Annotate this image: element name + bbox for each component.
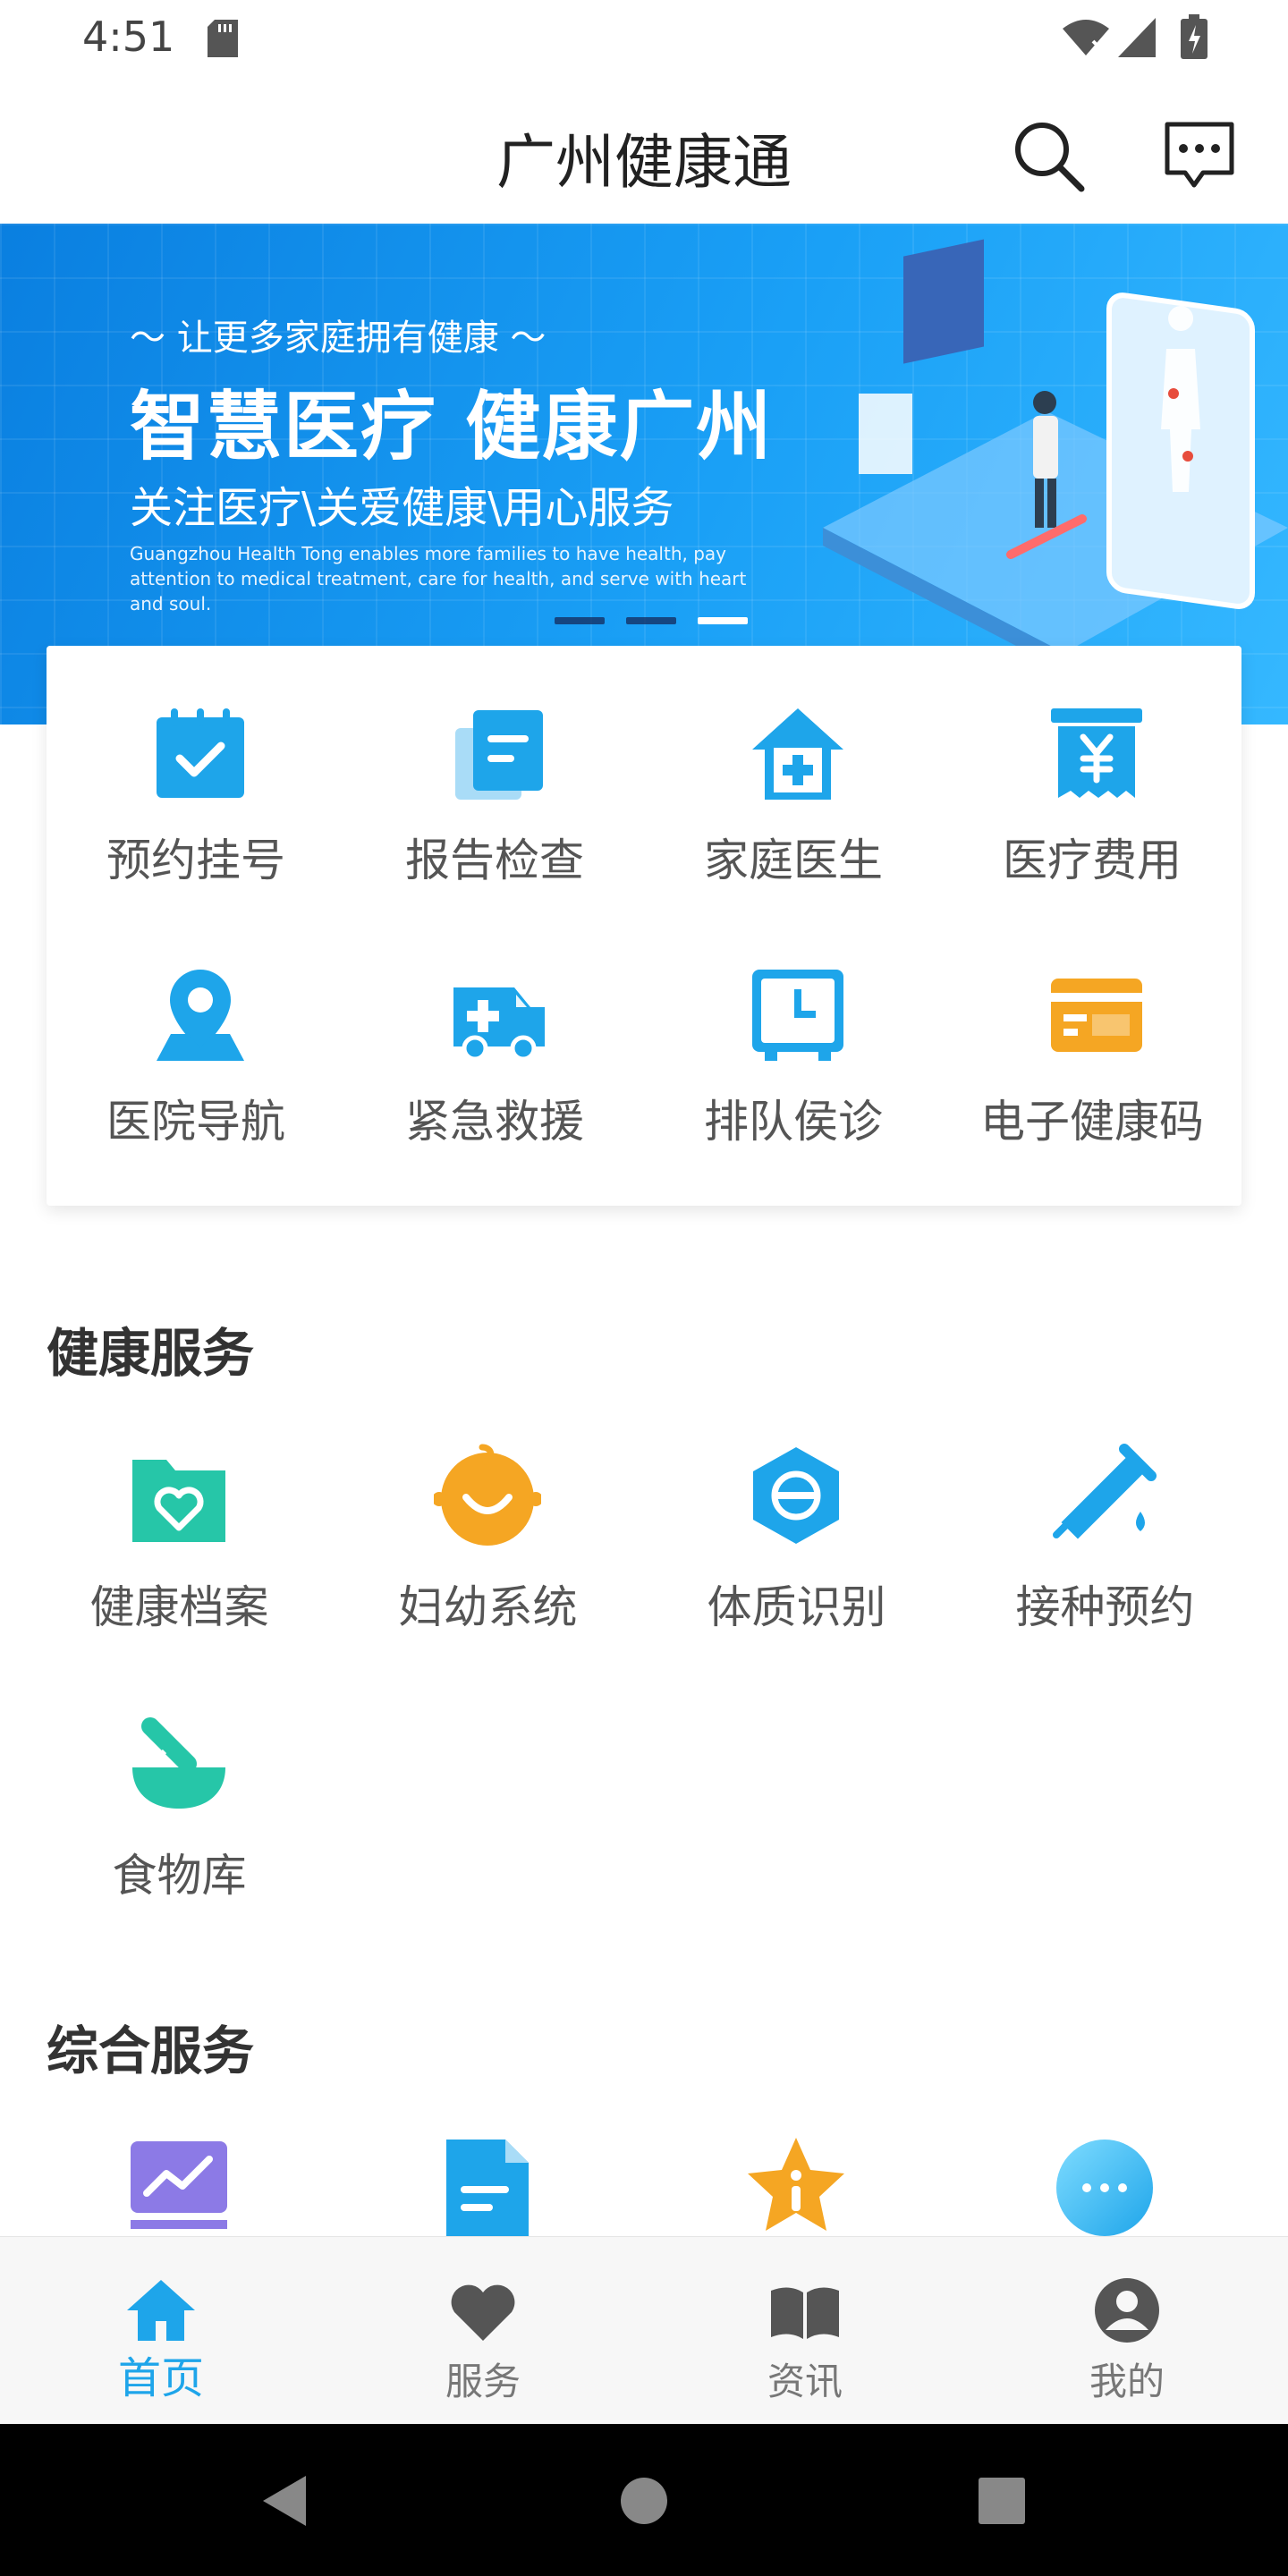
battery-icon	[1181, 14, 1208, 59]
quick-actions-card: 预约挂号 报告检查 家庭医生 医疗费用 医院导航 紧急救援 排队侯诊 电子健康码	[47, 646, 1241, 1206]
service-vaccination[interactable]: 接种预约	[951, 1442, 1259, 1692]
banner-dot-active[interactable]	[698, 617, 748, 624]
message-button[interactable]	[1159, 116, 1240, 197]
calendar-check-icon	[157, 708, 244, 798]
service-maternal-child[interactable]: 妇幼系统	[334, 1442, 642, 1692]
chart-monitor-icon	[131, 2141, 227, 2229]
quick-action-label: 家庭医生	[704, 835, 883, 886]
nav-label: 首页	[117, 2353, 204, 2403]
nav-profile[interactable]: 我的	[966, 2237, 1288, 2425]
quick-action-appointment[interactable]: 预约挂号	[47, 646, 345, 896]
quick-action-report[interactable]: 报告检查	[345, 646, 644, 896]
nav-news[interactable]: 资讯	[644, 2237, 966, 2425]
banner-slogan: 关注医疗\关爱健康\用心服务	[130, 483, 674, 533]
book-icon	[771, 2287, 839, 2339]
back-icon[interactable]	[252, 2469, 317, 2533]
hexagon-icon	[753, 1447, 839, 1544]
quick-action-label: 排队侯诊	[704, 1096, 883, 1148]
service-label: 健康档案	[89, 1581, 269, 1633]
baby-face-icon	[434, 1444, 541, 1546]
card-icon	[1051, 979, 1142, 1052]
quick-action-label: 医院导航	[106, 1096, 285, 1148]
home-icon	[127, 2280, 195, 2341]
quick-action-family-doctor[interactable]: 家庭医生	[644, 646, 943, 896]
signal-icon	[1118, 18, 1156, 57]
nav-label: 我的	[1089, 2360, 1165, 2403]
status-time: 4:51	[82, 13, 175, 61]
app-title: 广州健康通	[496, 128, 792, 197]
quick-action-label: 预约挂号	[106, 835, 285, 886]
quick-action-medical-fee[interactable]: 医疗费用	[943, 646, 1241, 896]
quick-action-health-code[interactable]: 电子健康码	[943, 907, 1241, 1157]
general-service-stats[interactable]	[25, 2134, 334, 2236]
clock-screen-icon	[752, 970, 843, 1061]
banner-illustration	[823, 239, 1288, 671]
user-icon	[1095, 2278, 1159, 2343]
app-bar: 广州健康通	[0, 80, 1288, 224]
banner-english-text: Guangzhou Health Tong enables more famil…	[130, 543, 747, 614]
quick-action-label: 医疗费用	[1003, 835, 1182, 886]
heart-icon	[451, 2284, 515, 2341]
quick-action-label: 报告检查	[405, 835, 584, 886]
location-pin-icon	[157, 970, 244, 1061]
service-food-library[interactable]: 食物库	[25, 1710, 334, 1961]
banner-dot[interactable]	[626, 617, 676, 624]
quick-action-label: 紧急救援	[405, 1096, 584, 1148]
service-label: 妇幼系统	[398, 1581, 578, 1633]
banner-pagination	[555, 617, 748, 624]
section-title-general-services: 综合服务	[47, 2021, 255, 2081]
sd-card-icon	[208, 20, 238, 57]
more-dots-icon	[1056, 2140, 1153, 2236]
quick-action-queue[interactable]: 排队侯诊	[644, 907, 943, 1157]
home-plus-icon	[752, 708, 843, 800]
yuan-receipt-icon	[1051, 708, 1142, 798]
search-icon	[1015, 123, 1085, 192]
general-service-more[interactable]	[951, 2134, 1259, 2236]
nav-home[interactable]: 首页	[0, 2237, 322, 2425]
quick-action-emergency[interactable]: 紧急救援	[345, 907, 644, 1157]
service-constitution[interactable]: 体质识别	[642, 1442, 951, 1692]
section-title-health-services: 健康服务	[47, 1323, 255, 1384]
recents-icon[interactable]	[970, 2469, 1034, 2533]
document-icon	[446, 2140, 529, 2236]
report-icon	[455, 710, 543, 800]
banner-title: 智慧医疗 健康广州	[130, 383, 774, 470]
general-service-star[interactable]	[642, 2134, 951, 2236]
banner-subtitle: 〜 让更多家庭拥有健康 〜	[130, 318, 547, 359]
bottom-navigation: 首页 服务 资讯 我的	[0, 2236, 1288, 2425]
banner-dot[interactable]	[555, 617, 605, 624]
ambulance-icon	[453, 987, 545, 1062]
nav-label: 资讯	[767, 2360, 843, 2403]
quick-action-label: 电子健康码	[980, 1096, 1204, 1148]
quick-action-hospital-navigation[interactable]: 医院导航	[47, 907, 345, 1157]
service-label: 体质识别	[707, 1581, 886, 1633]
food-bowl-icon	[132, 1717, 225, 1809]
nav-label: 服务	[445, 2360, 521, 2403]
home-circle-icon[interactable]	[612, 2469, 676, 2533]
star-info-icon	[748, 2138, 844, 2231]
service-label: 食物库	[112, 1850, 247, 1902]
service-label: 接种预约	[1015, 1581, 1195, 1633]
general-service-document[interactable]	[334, 2134, 642, 2236]
status-bar: 4:51	[0, 0, 1288, 80]
system-navigation-bar	[0, 2424, 1288, 2576]
message-icon	[1165, 122, 1234, 188]
wifi-icon	[1063, 20, 1109, 55]
service-health-record[interactable]: 健康档案	[25, 1442, 334, 1692]
heart-folder-icon	[132, 1460, 225, 1542]
nav-services[interactable]: 服务	[322, 2237, 644, 2425]
syringe-icon	[1053, 1444, 1157, 1539]
search-button[interactable]	[1009, 116, 1089, 197]
